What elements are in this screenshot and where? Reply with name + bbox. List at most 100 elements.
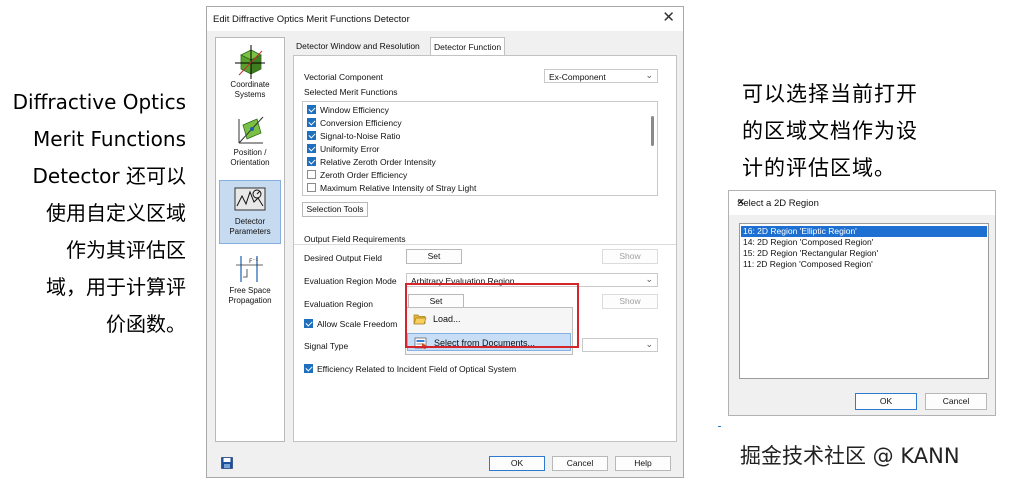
chevron-down-icon: ⌄ bbox=[645, 339, 653, 349]
evaluation-region-mode-label: Evaluation Region Mode bbox=[304, 276, 397, 286]
annotation-right: 可以选择当前打开 的区域文档作为设 计的评估区域。 bbox=[742, 76, 972, 187]
detector-parameters-icon bbox=[234, 187, 266, 211]
merit-label: Window Efficiency bbox=[320, 105, 389, 115]
vectorial-component-select[interactable]: Ex-Component ⌄ bbox=[544, 69, 658, 83]
merit-functions-detector-dialog: Edit Diffractive Optics Merit Functions … bbox=[206, 6, 684, 478]
ok-button[interactable]: OK bbox=[855, 393, 917, 410]
nav-label: Position / bbox=[233, 148, 267, 157]
merit-item-conversion-efficiency[interactable]: Conversion Efficiency bbox=[307, 118, 402, 130]
checkbox-checked-icon[interactable] bbox=[307, 118, 316, 127]
svg-text:F⁻¹: F⁻¹ bbox=[249, 258, 259, 265]
checkbox-checked-icon[interactable] bbox=[307, 131, 316, 140]
merit-label: Relative Zeroth Order Intensity bbox=[320, 157, 436, 167]
close-icon[interactable]: ✕ bbox=[737, 195, 987, 211]
region-item[interactable]: 16: 2D Region 'Elliptic Region' bbox=[741, 226, 987, 237]
side-nav: Coordinate Systems Position / Orientatio… bbox=[215, 37, 285, 442]
nav-label: Parameters bbox=[229, 227, 271, 236]
nav-label: Propagation bbox=[228, 296, 272, 305]
cancel-button[interactable]: Cancel bbox=[925, 393, 987, 410]
annotation-line: Merit Functions bbox=[32, 127, 186, 151]
merit-label: Signal-to-Noise Ratio bbox=[320, 131, 401, 141]
checkbox-checked-icon[interactable] bbox=[307, 144, 316, 153]
evaluation-region-label: Evaluation Region bbox=[304, 299, 373, 309]
help-button[interactable]: Help bbox=[615, 456, 671, 471]
content-area: Detector Window and Resolution Detector … bbox=[293, 37, 677, 442]
nav-item-coordinate-systems[interactable]: Coordinate Systems bbox=[219, 42, 281, 106]
annotation-line: 作为其评估区 bbox=[66, 238, 186, 262]
allow-scale-freedom-checkbox[interactable]: Allow Scale Freedom bbox=[304, 319, 397, 331]
merit-item-snr[interactable]: Signal-to-Noise Ratio bbox=[307, 131, 400, 143]
decorative-mark bbox=[718, 426, 721, 427]
checkbox-checked-icon[interactable] bbox=[307, 157, 316, 166]
checkbox-label: Efficiency Related to Incident Field of … bbox=[317, 364, 517, 374]
dialog-footer: OK Cancel Help bbox=[207, 447, 683, 477]
merit-label: Zeroth Order Efficiency bbox=[320, 170, 408, 180]
highlight-frame bbox=[405, 283, 579, 348]
checkbox-checked-icon[interactable] bbox=[304, 319, 313, 328]
annotation-line: 域，用于计算评 bbox=[46, 275, 186, 299]
nav-label: Coordinate bbox=[230, 80, 270, 89]
merit-item-uniformity-error[interactable]: Uniformity Error bbox=[307, 144, 380, 156]
evaluation-region-show-button[interactable]: Show bbox=[602, 294, 658, 309]
tab-panel: Vectorial Component Ex-Component ⌄ Selec… bbox=[293, 55, 677, 442]
close-icon[interactable]: ✕ bbox=[662, 10, 675, 26]
nav-label: Orientation bbox=[230, 158, 270, 167]
checkbox-unchecked-icon[interactable] bbox=[307, 170, 316, 179]
annotation-left: Diffractive Optics Merit Functions Detec… bbox=[4, 84, 186, 343]
merit-label: Uniformity Error bbox=[320, 144, 380, 154]
efficiency-related-checkbox[interactable]: Efficiency Related to Incident Field of … bbox=[304, 364, 516, 376]
merit-item-window-efficiency[interactable]: Window Efficiency bbox=[307, 105, 389, 117]
nav-label: Systems bbox=[234, 90, 266, 99]
watermark: 掘金技术社区 @ KANN bbox=[740, 444, 960, 468]
signal-type-select[interactable]: ⌄ bbox=[582, 338, 658, 352]
save-icon[interactable] bbox=[221, 457, 233, 469]
position-orientation-icon bbox=[238, 116, 264, 144]
tab-detector-function[interactable]: Detector Function bbox=[430, 37, 506, 55]
coordinate-cube-icon bbox=[235, 45, 265, 79]
output-field-requirements-label: Output Field Requirements bbox=[304, 234, 406, 244]
annotation-line: Diffractive Optics bbox=[12, 90, 186, 114]
annotation-line: 的区域文档作为设 bbox=[742, 119, 918, 143]
nav-item-free-space-propagation[interactable]: F⁻¹ Free Space Propagation bbox=[219, 250, 281, 314]
annotation-line: 价函数。 bbox=[106, 312, 186, 336]
checkbox-checked-icon[interactable] bbox=[307, 105, 316, 114]
checkbox-checked-icon[interactable] bbox=[304, 364, 313, 373]
annotation-line: 计的评估区域。 bbox=[742, 156, 896, 180]
chevron-down-icon: ⌄ bbox=[645, 274, 653, 284]
merit-label: Maximum Relative Intensity of Stray Ligh… bbox=[320, 183, 477, 193]
ok-button[interactable]: OK bbox=[489, 456, 545, 471]
region-list: 16: 2D Region 'Elliptic Region' 14: 2D R… bbox=[739, 223, 989, 379]
vectorial-component-label: Vectorial Component bbox=[304, 72, 383, 82]
merit-item-zeroth-order-efficiency[interactable]: Zeroth Order Efficiency bbox=[307, 170, 407, 182]
region-item[interactable]: 15: 2D Region 'Rectangular Region' bbox=[741, 248, 987, 259]
dialog-title: Edit Diffractive Optics Merit Functions … bbox=[213, 14, 410, 25]
signal-type-label: Signal Type bbox=[304, 341, 349, 351]
vectorial-component-value: Ex-Component bbox=[549, 72, 606, 82]
nav-item-position-orientation[interactable]: Position / Orientation bbox=[219, 110, 281, 174]
annotation-line: 使用自定义区域 bbox=[46, 201, 186, 225]
desired-output-show-button[interactable]: Show bbox=[602, 249, 658, 264]
cancel-button[interactable]: Cancel bbox=[552, 456, 608, 471]
desired-output-set-button[interactable]: Set bbox=[406, 249, 462, 264]
scrollbar-thumb[interactable] bbox=[651, 116, 654, 146]
nav-item-detector-parameters[interactable]: Detector Parameters bbox=[219, 180, 281, 244]
checkbox-unchecked-icon[interactable] bbox=[307, 183, 316, 192]
select-2d-region-dialog: Select a 2D Region ✕ 16: 2D Region 'Elli… bbox=[728, 190, 996, 416]
chevron-down-icon: ⌄ bbox=[645, 70, 653, 80]
desired-output-field-label: Desired Output Field bbox=[304, 253, 382, 263]
merit-label: Conversion Efficiency bbox=[320, 118, 402, 128]
merit-item-relative-zeroth-order[interactable]: Relative Zeroth Order Intensity bbox=[307, 157, 436, 169]
merit-functions-list: Window Efficiency Conversion Efficiency … bbox=[302, 101, 658, 196]
free-space-propagation-icon: F⁻¹ bbox=[236, 256, 263, 282]
annotation-line: Detector 还可以 bbox=[32, 164, 186, 188]
dialog-titlebar: Select a 2D Region ✕ bbox=[729, 191, 995, 215]
annotation-line: 可以选择当前打开 bbox=[742, 82, 918, 106]
region-item[interactable]: 11: 2D Region 'Composed Region' bbox=[741, 259, 987, 270]
selection-tools-button[interactable]: Selection Tools bbox=[302, 202, 368, 217]
merit-item-max-stray-light[interactable]: Maximum Relative Intensity of Stray Ligh… bbox=[307, 183, 476, 195]
selected-merit-functions-label: Selected Merit Functions bbox=[304, 87, 398, 97]
dialog-titlebar: Edit Diffractive Optics Merit Functions … bbox=[207, 7, 683, 31]
tab-detector-window-resolution[interactable]: Detector Window and Resolution bbox=[293, 37, 423, 55]
region-item[interactable]: 14: 2D Region 'Composed Region' bbox=[741, 237, 987, 248]
checkbox-label: Allow Scale Freedom bbox=[317, 319, 398, 329]
